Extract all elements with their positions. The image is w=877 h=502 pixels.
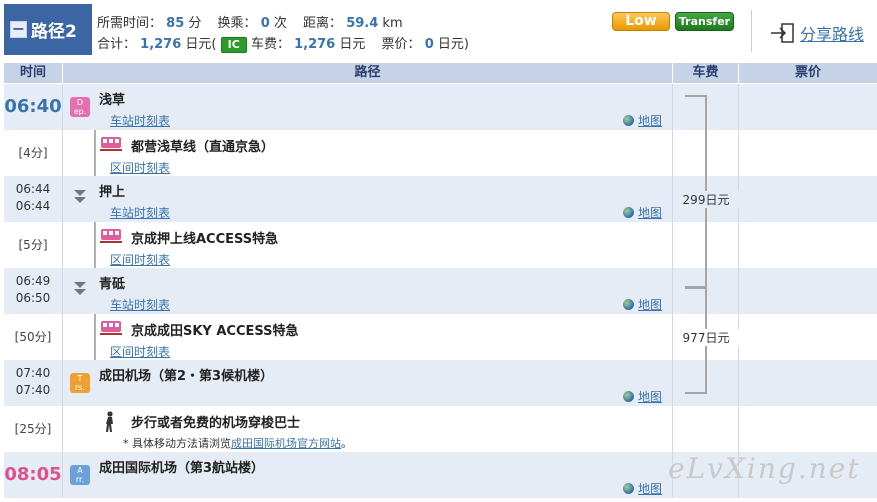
route-label: 路径2 — [31, 22, 77, 42]
segment-duration: [25分] — [14, 422, 52, 436]
table-header: 时间 路径 车费 票价 — [4, 63, 877, 83]
arrival-time: 06:44 — [15, 182, 51, 196]
station-name: 成田国际机场（第3航站楼） — [99, 461, 265, 476]
walk-row: [25分] 步行或者免费的机场穿梭巴士 * 具体移动方法请浏览成田国际机场官方网… — [4, 406, 877, 452]
map-link[interactable]: 地图 — [623, 112, 662, 129]
station-name: 成田机场（第2・第3候机楼） — [99, 369, 274, 384]
line-row: [4分] 都营浅草线（直通京急） 区间时刻表 — [4, 130, 877, 176]
station-row-transfer: 07:40 07:40 Trs. 成田机场（第2・第3候机楼） 地图 — [4, 360, 877, 406]
station-row: 06:49 06:50 青砥 车站时刻表 地图 — [4, 268, 877, 314]
transfer-label: 换乘： — [217, 16, 257, 31]
globe-icon — [623, 115, 634, 126]
pass-through-icon — [74, 282, 86, 295]
depart-time: 06:44 — [15, 199, 51, 213]
total-value: 1,276 — [140, 37, 182, 52]
duration-value: 85 — [166, 16, 185, 31]
depart-time: 07:40 — [15, 383, 51, 397]
summary-line-1: 所需时间： 85 分 换乘： 0 次 距离： 59.4 km — [97, 12, 403, 31]
globe-icon — [623, 483, 634, 494]
share-route-link[interactable]: 分享路线 — [770, 21, 864, 45]
fare-unit: 日元 — [339, 37, 366, 52]
departure-time: 06:40 — [4, 96, 62, 117]
summary-line-2: 合计： 1,276 日元( IC 车费： 1,276 日元 票价： 0 日元) — [97, 33, 469, 53]
walk-description: 步行或者免费的机场穿梭巴士 — [131, 416, 301, 431]
transfer-badge-icon: Trs. — [70, 373, 90, 393]
ticket-label: 票价： — [381, 37, 421, 52]
transfer-count: 0 — [260, 16, 270, 31]
line-name: 京成成田SKY ACCESS特急 — [131, 324, 299, 339]
low-fare-badge: Low — [612, 12, 670, 31]
arrival-time: 07:40 — [15, 366, 51, 380]
distance-unit: km — [382, 16, 403, 31]
station-timetable-link[interactable]: 车站时刻表 — [110, 296, 170, 313]
col-header-fare: 车费 — [673, 63, 739, 83]
map-link[interactable]: 地图 — [623, 480, 662, 497]
map-link[interactable]: 地图 — [623, 388, 662, 405]
line-row: [50分] 京成成田SKY ACCESS特急 区间时刻表 — [4, 314, 877, 360]
share-icon — [771, 23, 794, 43]
walk-note: * 具体移动方法请浏览成田国际机场官方网站。 — [123, 437, 352, 450]
station-row: 06:44 06:44 押上 车站时刻表 地图 — [4, 176, 877, 222]
station-row-departure: 06:40 Dep. 浅草 车站时刻表 地图 — [4, 84, 877, 130]
duration-label: 所需时间： — [97, 16, 163, 31]
route-connector — [94, 222, 96, 268]
fare-value: 1,276 — [294, 37, 336, 52]
ic-card-badge: IC — [220, 37, 247, 53]
total-unit: 日元( — [185, 37, 217, 52]
col-header-time: 时间 — [4, 63, 63, 83]
section-timetable-link[interactable]: 区间时刻表 — [110, 343, 170, 360]
ticket-unit: 日元) — [437, 37, 469, 52]
station-name: 押上 — [99, 185, 126, 200]
segment-duration: [4分] — [18, 146, 48, 160]
map-link[interactable]: 地图 — [623, 296, 662, 313]
map-link[interactable]: 地图 — [623, 204, 662, 221]
col-header-route: 路径 — [63, 63, 673, 83]
globe-icon — [623, 391, 634, 402]
airport-site-link[interactable]: 成田国际机场官方网站 — [231, 437, 341, 450]
fare-amount-2: 977日元 — [673, 329, 739, 346]
fare-label: 车费： — [250, 37, 290, 52]
arrival-time: 06:49 — [15, 274, 51, 288]
route-number-badge[interactable]: − 路径2 — [4, 4, 92, 55]
train-icon — [100, 229, 122, 243]
route-connector — [94, 130, 96, 176]
duration-unit: 分 — [188, 16, 202, 31]
transfer-unit: 次 — [273, 16, 287, 31]
ticket-value: 0 — [424, 37, 434, 52]
watermark-text: eLvXing.net — [668, 452, 861, 485]
collapse-icon[interactable]: − — [10, 21, 27, 38]
total-label: 合计： — [97, 37, 137, 52]
station-name: 青砥 — [99, 277, 126, 292]
line-name: 京成押上线ACCESS特急 — [131, 232, 279, 247]
pass-through-icon — [74, 190, 86, 203]
globe-icon — [623, 207, 634, 218]
section-timetable-link[interactable]: 区间时刻表 — [110, 159, 170, 176]
section-timetable-link[interactable]: 区间时刻表 — [110, 251, 170, 268]
segment-duration: [5分] — [18, 238, 48, 252]
distance-value: 59.4 — [346, 16, 379, 31]
distance-label: 距离： — [303, 16, 343, 31]
station-timetable-link[interactable]: 车站时刻表 — [110, 204, 170, 221]
segment-duration: [50分] — [14, 330, 52, 344]
arrival-time: 08:05 — [4, 464, 62, 485]
share-route-label[interactable]: 分享路线 — [800, 21, 864, 45]
route-connector — [94, 314, 96, 360]
col-header-price: 票价 — [794, 65, 821, 80]
depart-time: 06:50 — [15, 291, 51, 305]
globe-icon — [623, 299, 634, 310]
arrival-badge-icon: Arr. — [70, 465, 90, 485]
few-transfer-badge: Transfer — [675, 12, 734, 31]
fare-amount-1: 299日元 — [673, 191, 739, 208]
train-icon — [100, 137, 122, 151]
train-icon — [100, 321, 122, 335]
departure-badge-icon: Dep. — [70, 97, 90, 117]
station-name: 浅草 — [99, 93, 126, 108]
header-divider — [751, 10, 752, 52]
line-name: 都营浅草线（直通京急） — [131, 140, 275, 155]
line-row: [5分] 京成押上线ACCESS特急 区间时刻表 — [4, 222, 877, 268]
walking-person-icon — [106, 411, 113, 432]
station-timetable-link[interactable]: 车站时刻表 — [110, 112, 170, 129]
